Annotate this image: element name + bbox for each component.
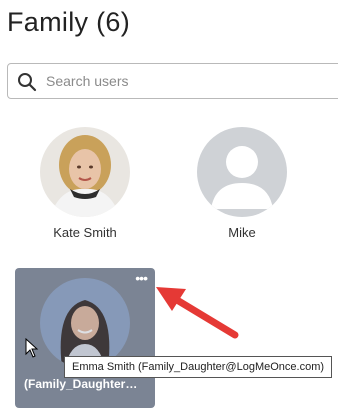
user-card-label: (Family_Daughter@LogMeOnce.com) [24, 377, 149, 391]
page-title: Family (6) [7, 7, 130, 37]
tooltip: Emma Smith (Family_Daughter@LogMeOnce.co… [64, 356, 333, 378]
search-box[interactable] [7, 63, 338, 99]
more-options-button[interactable]: ••• [135, 271, 148, 285]
avatar [40, 127, 130, 217]
search-icon [18, 73, 37, 92]
search-input[interactable] [46, 64, 336, 98]
user-card-kate-smith[interactable]: Kate Smith [30, 127, 140, 240]
user-card-mike[interactable]: Mike [187, 127, 297, 240]
annotation-arrow-icon [156, 287, 239, 339]
mouse-cursor-icon [25, 338, 39, 358]
avatar [40, 278, 130, 368]
default-avatar-icon [197, 127, 287, 217]
user-name: Mike [228, 225, 256, 240]
family-page: Family (6) Kate Smith [0, 0, 338, 415]
user-name: Kate Smith [53, 225, 117, 240]
